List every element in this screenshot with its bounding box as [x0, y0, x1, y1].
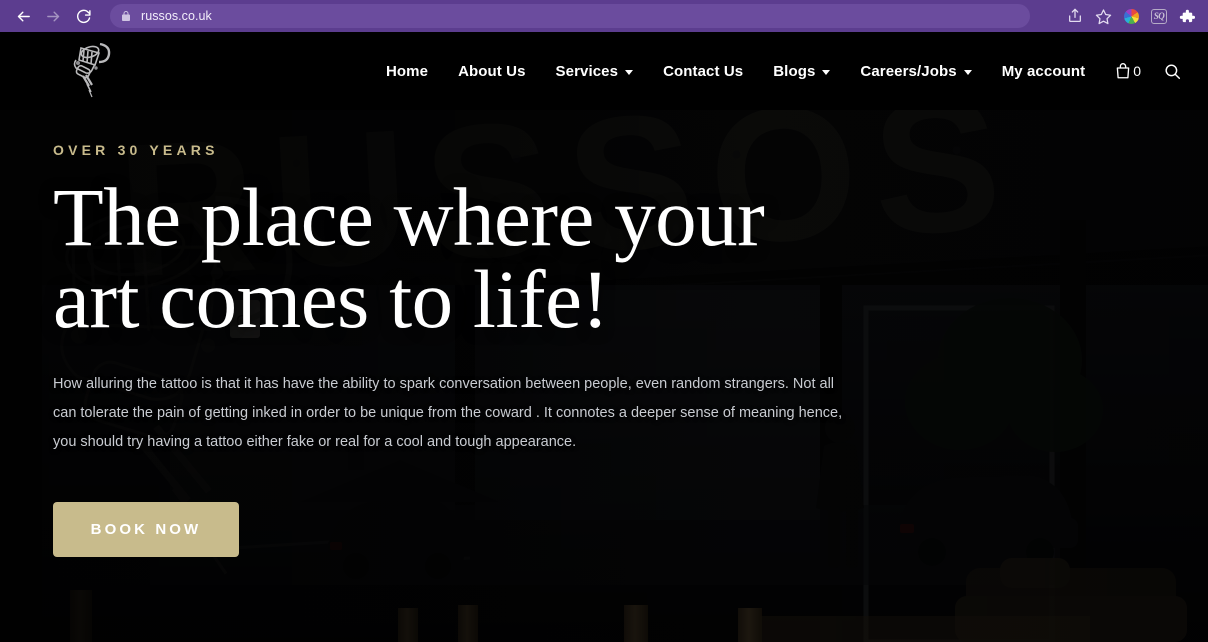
hero-paragraph: How alluring the tattoo is that it has h…	[53, 376, 843, 451]
forward-arrow-icon	[46, 11, 59, 21]
url-text: russos.co.uk	[141, 9, 212, 23]
site-header: Home About Us Services Contact Us Blogs …	[0, 32, 1208, 110]
color-wheel-extension-icon	[1123, 8, 1139, 24]
share-button[interactable]	[1062, 3, 1088, 29]
nav-item-about-us[interactable]: About Us	[443, 63, 540, 80]
back-arrow-icon	[17, 11, 30, 21]
browser-action-icons: SQ	[1062, 3, 1200, 29]
back-button[interactable]	[8, 1, 38, 31]
search-icon	[1165, 63, 1181, 79]
nav-item-careers-jobs[interactable]: Careers/Jobs	[845, 63, 986, 80]
hero-eyebrow: OVER 30 YEARS	[53, 142, 219, 158]
address-bar[interactable]: russos.co.uk	[110, 4, 1030, 28]
cart-button[interactable]: 0	[1100, 62, 1149, 80]
chevron-down-icon	[625, 69, 634, 75]
book-now-button[interactable]: BOOK NOW	[53, 502, 239, 558]
site-logo[interactable]	[62, 34, 124, 106]
nav-item-home[interactable]: Home	[371, 63, 443, 80]
nav-label: Blogs	[773, 62, 816, 80]
forward-button[interactable]	[38, 1, 68, 31]
bookmark-button[interactable]	[1090, 3, 1116, 29]
nav-item-contact-us[interactable]: Contact Us	[648, 63, 758, 80]
lock-icon	[122, 11, 130, 21]
cart-count: 0	[1133, 63, 1141, 79]
nav-label: Careers/Jobs	[860, 62, 957, 80]
tattoo-machine-logo-icon	[73, 42, 111, 98]
hero-section: RUSSOS G	[0, 110, 1208, 642]
hero-title-line-2: art comes to life!	[53, 253, 609, 346]
bookmark-star-icon	[1095, 8, 1111, 24]
nav-label: My account	[1001, 62, 1086, 80]
sq-extension-icon: SQ	[1151, 8, 1167, 24]
shopping-bag-icon	[1116, 63, 1130, 79]
nav-item-my-account[interactable]: My account	[987, 63, 1101, 80]
nav-label: Home	[385, 62, 429, 80]
hero-content: OVER 30 YEARS The place where your art c…	[53, 142, 873, 558]
nav-label: Services	[555, 62, 619, 80]
sq-extension-button[interactable]: SQ	[1146, 3, 1172, 29]
extensions-button[interactable]	[1174, 3, 1200, 29]
search-button[interactable]	[1149, 62, 1194, 81]
extensions-puzzle-icon	[1179, 9, 1195, 22]
nav-item-blogs[interactable]: Blogs	[758, 63, 845, 80]
nav-label: About Us	[458, 62, 526, 80]
reload-icon	[76, 9, 91, 23]
browser-toolbar: russos.co.uk SQ	[0, 0, 1208, 32]
nav-label: Contact Us	[663, 62, 744, 80]
hero-title: The place where your art comes to life!	[53, 176, 873, 341]
chevron-down-icon	[963, 69, 972, 75]
reload-button[interactable]	[68, 1, 98, 31]
share-icon	[1069, 8, 1081, 22]
nav-item-services[interactable]: Services	[541, 63, 649, 80]
hero-title-line-1: The place where your	[53, 171, 765, 263]
main-navigation: Home About Us Services Contact Us Blogs …	[371, 32, 1208, 110]
chevron-down-icon	[822, 69, 831, 75]
color-wheel-extension-button[interactable]	[1118, 3, 1144, 29]
